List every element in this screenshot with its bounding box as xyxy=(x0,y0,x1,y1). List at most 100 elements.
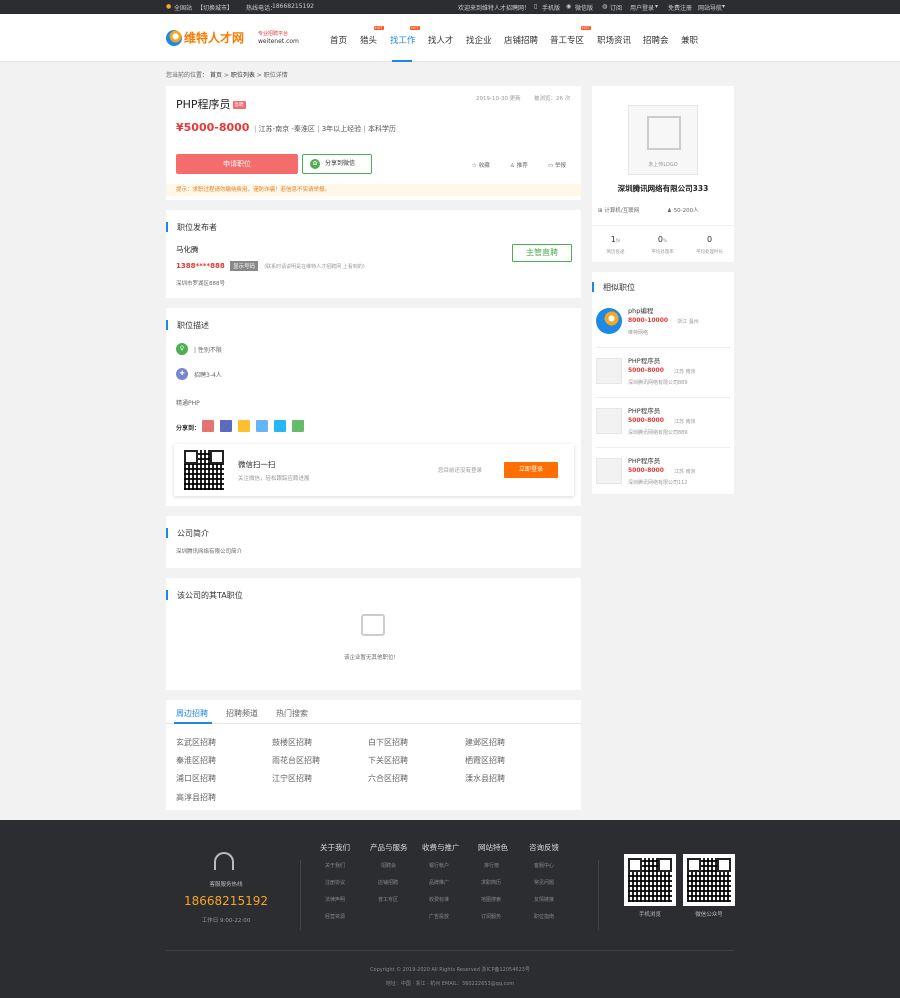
similar-job-title[interactable]: PHP程序员 xyxy=(628,455,660,465)
footer-link[interactable]: 法律声明 xyxy=(325,896,345,903)
breadcrumb: 您当前的位置： 首页 > 职位列表 > 职位详情 xyxy=(166,70,288,79)
job-education: 本科学历 xyxy=(368,125,396,133)
company-industry: ⊞ 计算机/互联网 xyxy=(598,208,640,214)
nav-find-company[interactable]: 找企业 xyxy=(466,34,492,46)
divider xyxy=(592,225,734,226)
register-link[interactable]: 免费注册 xyxy=(668,3,692,12)
tab-channel[interactable]: 招聘频道 xyxy=(226,708,258,719)
area-link[interactable]: 白下区招聘 xyxy=(368,737,408,748)
footer-link[interactable]: 店铺招聘 xyxy=(378,879,398,886)
hot-badge: HOT xyxy=(581,26,591,30)
similar-job-item[interactable]: PHP程序员 5000-8000 江苏 南京 深圳腾讯网络有限公司112 xyxy=(596,450,730,494)
login-button[interactable]: 立即登录 xyxy=(504,462,558,478)
breadcrumb-home[interactable]: 首页 xyxy=(210,72,222,79)
area-link[interactable]: 溧水县招聘 xyxy=(465,773,505,784)
similar-job-title[interactable]: PHP程序员 xyxy=(628,355,660,365)
show-phone-button[interactable]: 显示号码 xyxy=(229,261,258,271)
footer-link[interactable]: 客服中心 xyxy=(534,862,554,869)
similar-job-title[interactable]: PHP程序员 xyxy=(628,405,660,415)
area-link[interactable]: 高淳县招聘 xyxy=(176,792,216,803)
area-link[interactable]: 栖霞区招聘 xyxy=(465,755,505,766)
footer-link[interactable]: 求职简历 xyxy=(481,879,501,886)
footer-link[interactable]: 排行榜 xyxy=(484,862,499,869)
nav-job-fair[interactable]: 招聘会 xyxy=(643,34,669,46)
nav-worker-zone[interactable]: 普工专区 xyxy=(550,34,584,46)
footer-link[interactable]: 普工专区 xyxy=(378,896,398,903)
nav-career-news[interactable]: 职场资讯 xyxy=(597,34,631,46)
similar-job-title[interactable]: php编程 xyxy=(628,305,653,315)
share-wechat-button[interactable]: ✿ 分享到微信 xyxy=(302,154,372,174)
footer-link[interactable]: 招聘会 xyxy=(381,862,396,869)
footer-link[interactable]: 银行帐户 xyxy=(429,862,449,869)
safety-tip: 提示：求职过程请勿缴纳费用，谨防诈骗！若信息不实请举报。 xyxy=(166,184,581,196)
footer-link[interactable]: 关于我们 xyxy=(325,862,345,869)
gender-icon: ♀ xyxy=(176,343,188,355)
site-logo[interactable]: 维特人才网 专业招聘平台 weitenet.com xyxy=(166,28,306,50)
similar-job-item[interactable]: PHP程序员 5000-8000 江苏 南京 深圳腾讯网络有限公司889 xyxy=(596,350,730,394)
nav-find-talent[interactable]: 找人才 xyxy=(428,34,454,46)
building-icon xyxy=(647,116,681,150)
footer-link[interactable]: 注册协议 xyxy=(325,879,345,886)
company-intro-card: 公司简介 深圳腾讯网络有限公司简介 xyxy=(166,516,581,568)
section-title: 该公司的其TA职位 xyxy=(166,590,243,600)
footer-link[interactable]: 品牌推广 xyxy=(429,879,449,886)
area-link[interactable]: 江宁区招聘 xyxy=(272,773,312,784)
nav-find-job[interactable]: 找工作 xyxy=(390,34,416,46)
footer-link[interactable]: 职位指南 xyxy=(534,913,554,920)
area-link[interactable]: 秦淮区招聘 xyxy=(176,755,216,766)
area-link[interactable]: 雨花台区招聘 xyxy=(272,755,320,766)
tencent-weibo-icon[interactable] xyxy=(256,420,268,432)
sitemap-link[interactable]: 网站导航 xyxy=(698,3,722,12)
wechat-share-icon[interactable] xyxy=(292,420,304,432)
footer-link[interactable]: 地图搜索 xyxy=(481,896,501,903)
nav-headhunter[interactable]: 猎头 xyxy=(360,34,377,46)
user-login-link[interactable]: 用户登录 xyxy=(630,3,654,12)
nav-part-time[interactable]: 兼职 xyxy=(681,34,698,46)
logo-placeholder-text: 未上传LOGO xyxy=(648,162,678,168)
similar-job-item[interactable]: php编程 8000-10000 浙江 温州 维特网络 xyxy=(596,300,730,344)
area-link[interactable]: 玄武区招聘 xyxy=(176,737,216,748)
area-link[interactable]: 六合区招聘 xyxy=(368,773,408,784)
similar-job-salary: 5000-8000 xyxy=(628,467,664,474)
switch-city-link[interactable]: 【切换城市】 xyxy=(197,3,233,12)
footer-link[interactable]: 收费标准 xyxy=(429,896,449,903)
area-link[interactable]: 建邺区招聘 xyxy=(465,737,505,748)
publisher-phone: 1388****888 xyxy=(176,262,225,270)
report-link[interactable]: ▭ 举报 xyxy=(548,161,566,169)
job-title: PHP程序员 急聘 xyxy=(176,98,246,111)
mobile-link[interactable]: 手机版 xyxy=(542,3,560,12)
subscribe-link[interactable]: 订阅 xyxy=(610,3,622,12)
not-logged-text: 您目前还没有登录 xyxy=(438,468,483,474)
area-link[interactable]: 浦口区招聘 xyxy=(176,773,216,784)
recommend-link[interactable]: ♙ 推荐 xyxy=(510,161,528,169)
tab-hot-search[interactable]: 热门搜索 xyxy=(276,708,308,719)
renren-icon[interactable] xyxy=(220,420,232,432)
tab-divider xyxy=(166,723,581,724)
area-link[interactable]: 下关区招聘 xyxy=(368,755,408,766)
footer-link[interactable]: 友情链接 xyxy=(534,896,554,903)
company-name[interactable]: 深圳腾讯网络有限公司333 xyxy=(592,183,734,194)
footer-link[interactable]: 订阅服务 xyxy=(481,913,501,920)
wechat-scan-box: 微信扫一扫 关注微信，轻松跟踪应聘进展 您目前还没有登录 立即登录 xyxy=(174,444,574,496)
direct-hire-button[interactable]: 主管直聘 xyxy=(512,244,572,262)
wechat-link[interactable]: 微信版 xyxy=(575,3,593,12)
similar-job-item[interactable]: PHP程序员 5000-8000 江苏 南京 深圳腾讯网络有限公司889 xyxy=(596,400,730,444)
divider xyxy=(596,447,730,448)
collect-link[interactable]: ☆ 收藏 xyxy=(472,161,490,169)
nav-shop-jobs[interactable]: 店铺招聘 xyxy=(504,34,538,46)
footer-link[interactable]: 常见问题 xyxy=(534,879,554,886)
breadcrumb-prefix: 您当前的位置： xyxy=(166,72,209,79)
footer-link[interactable]: 广告投放 xyxy=(429,913,449,920)
qzone-icon[interactable] xyxy=(238,420,250,432)
stat-label: 平均处理时长 xyxy=(696,250,723,255)
footer-link[interactable]: 经营资源 xyxy=(325,913,345,920)
nav-home[interactable]: 首页 xyxy=(330,34,347,46)
weibo-icon[interactable] xyxy=(202,420,214,432)
area-link[interactable]: 鼓楼区招聘 xyxy=(272,737,312,748)
footer-divider xyxy=(300,860,301,930)
apply-button[interactable]: 申请职位 xyxy=(176,154,298,174)
tab-nearby[interactable]: 周边招聘 xyxy=(176,708,208,719)
qq-icon[interactable] xyxy=(274,420,286,432)
breadcrumb-list[interactable]: 职位列表 xyxy=(231,72,255,79)
people-icon: ♟ xyxy=(667,208,672,214)
